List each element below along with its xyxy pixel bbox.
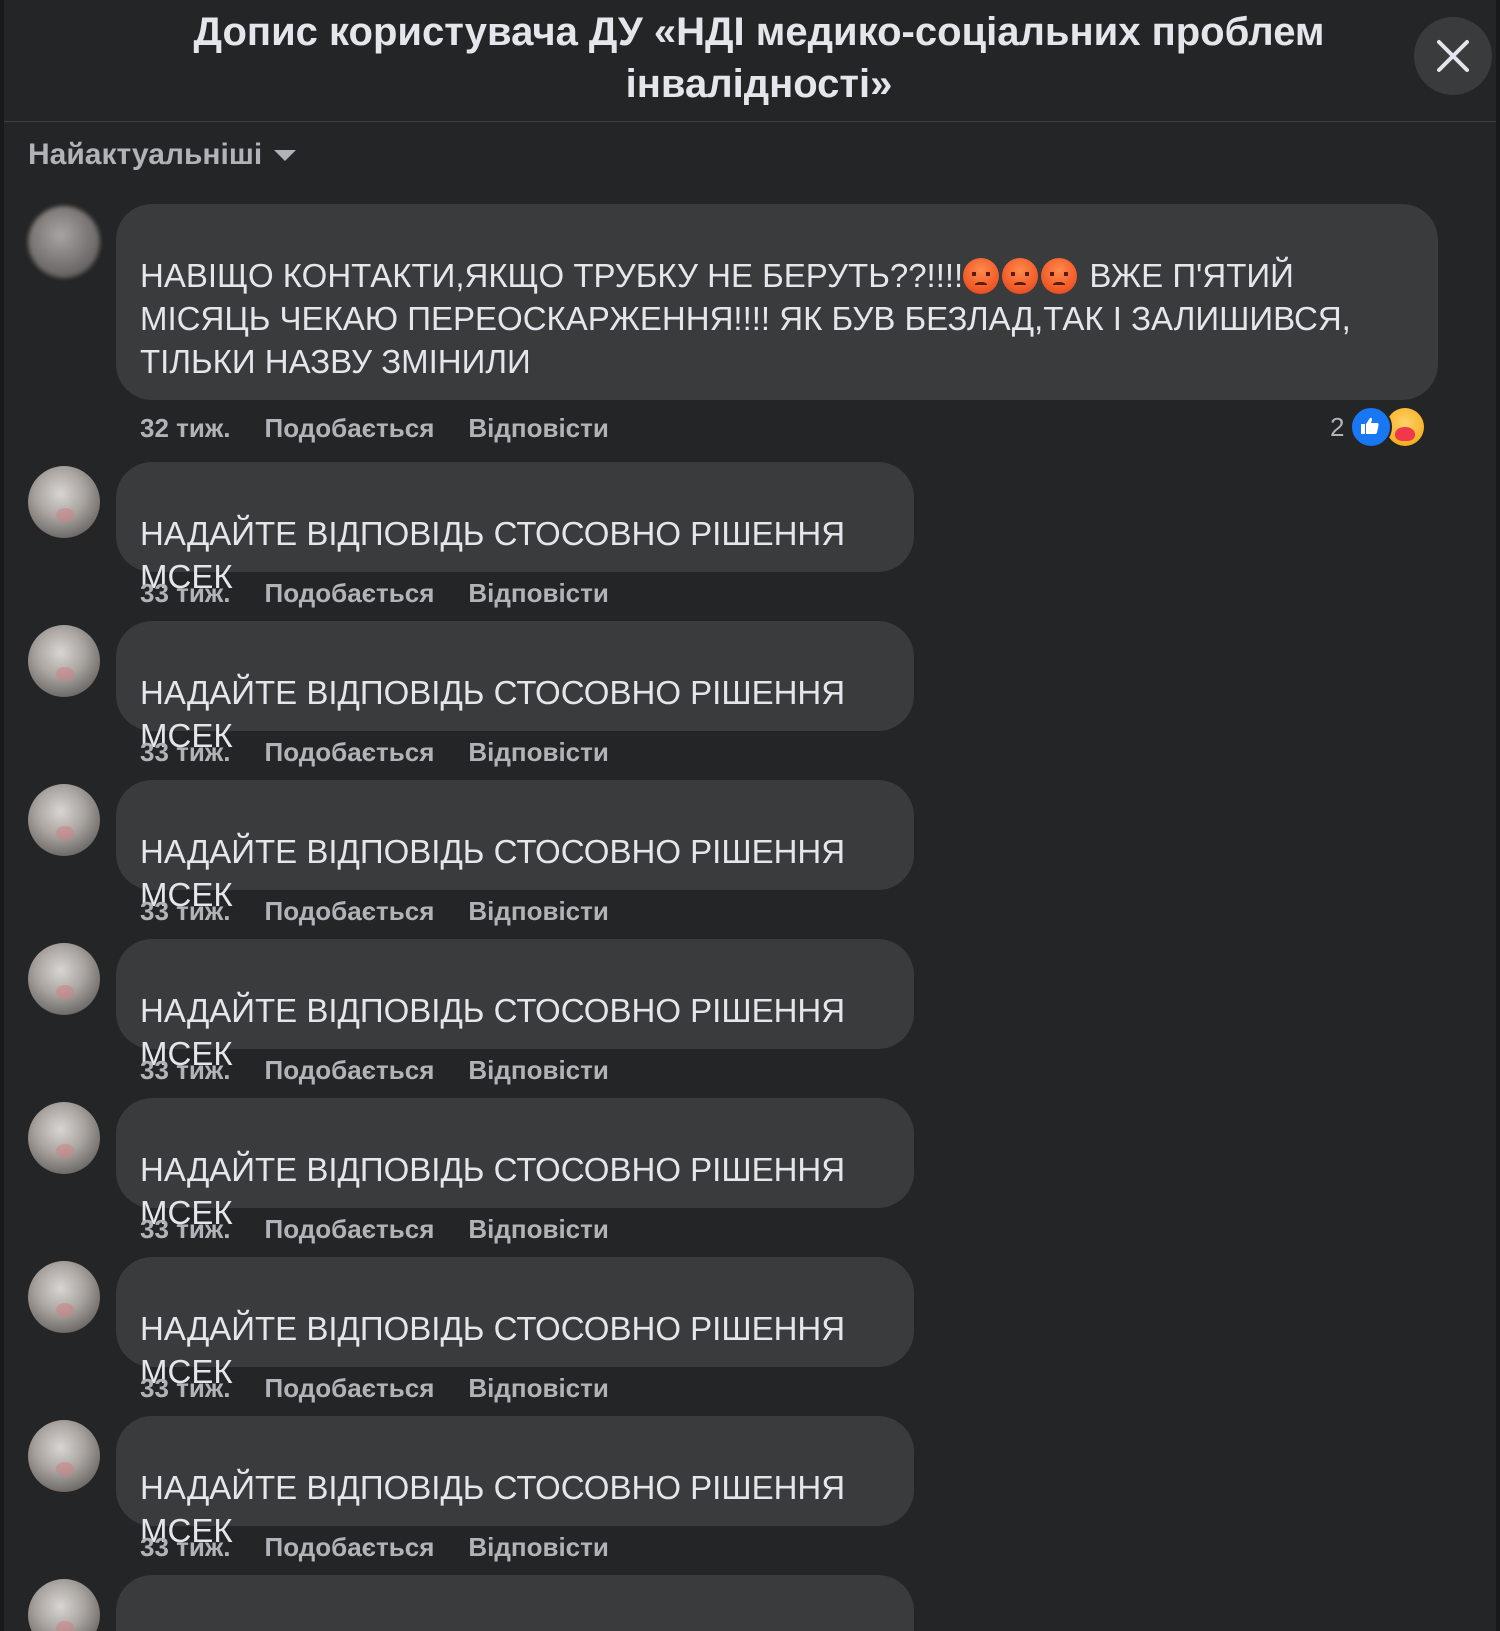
avatar[interactable]: [28, 1579, 100, 1631]
dialog-header: Допис користувача ДУ «НДІ медико-соціаль…: [4, 0, 1496, 122]
comment-timestamp[interactable]: 33 тиж.: [140, 1373, 231, 1407]
sort-dropdown[interactable]: Найактуальніші: [28, 135, 297, 175]
comment-timestamp[interactable]: 33 тиж.: [140, 737, 231, 771]
like-reaction-icon: [1350, 406, 1393, 448]
dialog-title: Допис користувача ДУ «НДІ медико-соціаль…: [193, 10, 1325, 106]
comment-bubble: НАДАЙТЕ ВІДПОВІДЬ СТОСОВНО РІШЕННЯ МСЕК: [116, 1416, 914, 1549]
comment-actions: 33 тиж. Подобається Відповісти: [140, 1055, 609, 1089]
comment-bubble: НАДАЙТЕ ВІДПОВІДЬ СТОСОВНО РІШЕННЯ МСЕК: [116, 939, 914, 1072]
like-button[interactable]: Подобається: [265, 578, 435, 612]
comment-timestamp[interactable]: 33 тиж.: [140, 1532, 231, 1566]
like-button[interactable]: Подобається: [265, 413, 435, 447]
comment-timestamp[interactable]: 32 тиж.: [140, 413, 231, 447]
reply-button[interactable]: Відповісти: [468, 1532, 608, 1566]
comment-bubble: НАДАЙТЕ ВІДПОВІДЬ СТОСОВНО РІШЕННЯ МСЕК: [116, 621, 914, 754]
reactions-summary[interactable]: 2: [1330, 406, 1425, 448]
comment-actions: 33 тиж. Подобається Відповісти: [140, 896, 609, 930]
comment-actions: 33 тиж. Подобається Відповісти: [140, 1214, 609, 1248]
reply-button[interactable]: Відповісти: [468, 578, 608, 612]
avatar[interactable]: [28, 466, 100, 538]
like-button[interactable]: Подобається: [265, 1532, 435, 1566]
comment-bubble: НАДАЙТЕ ВІДПОВІДЬ СТОСОВНО РІШЕННЯ МСЕК: [116, 1257, 914, 1390]
reaction-count: 2: [1330, 411, 1345, 442]
avatar[interactable]: [28, 1261, 100, 1333]
avatar[interactable]: [28, 784, 100, 856]
comment-actions: 33 тиж. Подобається Відповісти: [140, 578, 609, 612]
reply-button[interactable]: Відповісти: [468, 1214, 608, 1248]
reply-button[interactable]: Відповісти: [468, 1373, 608, 1407]
caret-down-icon: [274, 150, 297, 161]
comment-bubble: [116, 1575, 914, 1631]
reply-button[interactable]: Відповісти: [468, 413, 608, 447]
like-button[interactable]: Подобається: [265, 1055, 435, 1089]
comment-actions: 33 тиж. Подобається Відповісти: [140, 1532, 609, 1566]
comment-timestamp[interactable]: 33 тиж.: [140, 1055, 231, 1089]
avatar[interactable]: [28, 1102, 100, 1174]
comment-bubble: НАДАЙТЕ ВІДПОВІДЬ СТОСОВНО РІШЕННЯ МСЕК: [116, 1098, 914, 1231]
comment-bubble: НАВІЩО КОНТАКТИ,ЯКЩО ТРУБКУ НЕ БЕРУТЬ??!…: [116, 204, 1438, 400]
reply-button[interactable]: Відповісти: [468, 1055, 608, 1089]
like-button[interactable]: Подобається: [265, 1214, 435, 1248]
comment-timestamp[interactable]: 33 тиж.: [140, 1214, 231, 1248]
avatar[interactable]: [28, 625, 100, 697]
comment-actions: 32 тиж. Подобається Відповісти: [140, 413, 609, 447]
comment-timestamp[interactable]: 33 тиж.: [140, 896, 231, 930]
avatar[interactable]: [28, 1420, 100, 1492]
close-icon: [1437, 40, 1469, 72]
angry-emoji-icon: [1002, 258, 1039, 294]
comment-actions: 33 тиж. Подобається Відповісти: [140, 1373, 609, 1407]
like-button[interactable]: Подобається: [265, 737, 435, 771]
avatar[interactable]: [28, 943, 100, 1015]
angry-emoji-icon: [963, 258, 1000, 294]
sort-label: Найактуальніші: [28, 138, 263, 171]
comment-bubble: НАДАЙТЕ ВІДПОВІДЬ СТОСОВНО РІШЕННЯ МСЕК: [116, 462, 914, 595]
post-dialog: Допис користувача ДУ «НДІ медико-соціаль…: [4, 0, 1496, 1631]
comment-bubble: НАДАЙТЕ ВІДПОВІДЬ СТОСОВНО РІШЕННЯ МСЕК: [116, 780, 914, 913]
close-button[interactable]: [1414, 17, 1492, 95]
like-button[interactable]: Подобається: [265, 1373, 435, 1407]
angry-emoji-icon: [1041, 258, 1078, 294]
reply-button[interactable]: Відповісти: [468, 737, 608, 771]
avatar[interactable]: [28, 206, 100, 278]
comment-text: НАВІЩО КОНТАКТИ,ЯКЩО ТРУБКУ НЕ БЕРУТЬ??!…: [140, 257, 964, 294]
comment-actions: 33 тиж. Подобається Відповісти: [140, 737, 609, 771]
comment-timestamp[interactable]: 33 тиж.: [140, 578, 231, 612]
care-reaction-icon: [1386, 408, 1425, 446]
like-button[interactable]: Подобається: [265, 896, 435, 930]
reply-button[interactable]: Відповісти: [468, 896, 608, 930]
